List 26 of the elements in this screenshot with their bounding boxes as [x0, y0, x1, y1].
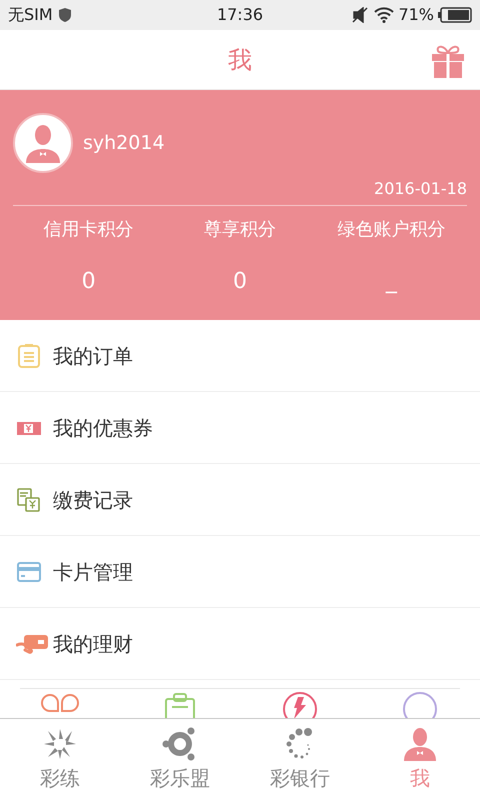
bill-icon [16, 486, 42, 512]
points-value: _ [386, 268, 397, 296]
menu-item[interactable]: 我的订单 [0, 320, 480, 392]
username: syh2014 [83, 130, 165, 156]
gift-button[interactable] [430, 43, 466, 79]
battery-text: 71% [398, 4, 434, 26]
menu-item[interactable]: 我的理财 [0, 608, 480, 680]
carrier-text: 无SIM [8, 4, 53, 26]
points-label: 信用卡积分 [44, 218, 134, 242]
clipboard-icon [16, 342, 42, 368]
battery-icon [438, 7, 472, 23]
page-title: 我 [228, 44, 252, 76]
menu-item[interactable]: 我的优惠券 [0, 392, 480, 464]
mute-icon [352, 7, 370, 23]
points-label: 尊享积分 [204, 218, 276, 242]
clock-text: 17:36 [216, 4, 264, 26]
menu-item[interactable]: 卡片管理 [0, 536, 480, 608]
points-value: 0 [232, 268, 247, 296]
date-text: 2016-01-18 [374, 178, 467, 200]
wifi-icon [374, 7, 394, 23]
avatar-icon [13, 113, 73, 173]
menu-item[interactable]: 缴费记录 [0, 464, 480, 536]
shield-icon [56, 7, 73, 23]
points-label: 绿色账户积分 [337, 218, 446, 242]
gift-icon [430, 43, 466, 79]
points-value: 0 [82, 268, 96, 296]
